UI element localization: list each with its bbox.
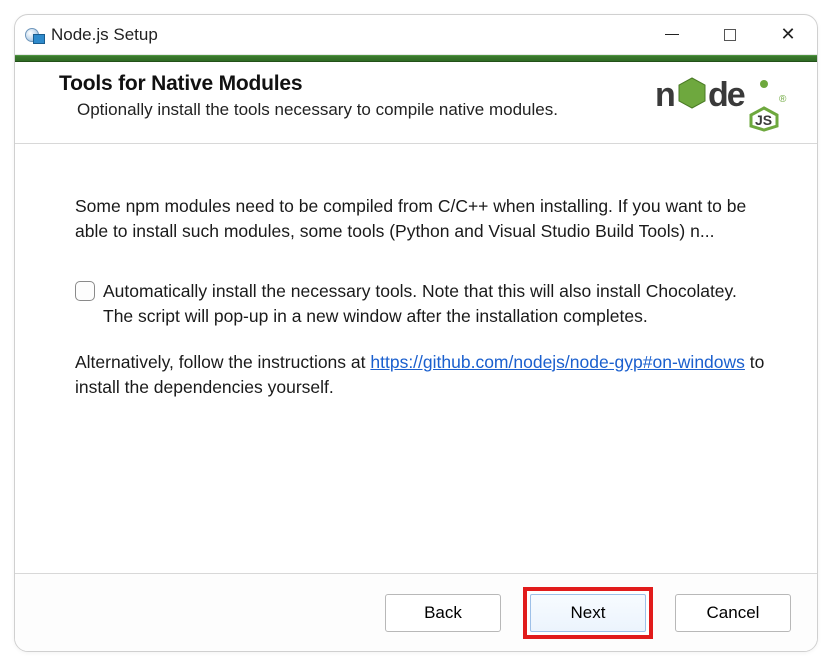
svg-text:JS: JS xyxy=(755,112,772,128)
intro-paragraph: Some npm modules need to be compiled fro… xyxy=(75,194,769,243)
next-button-highlight: Next xyxy=(523,587,653,639)
close-button[interactable]: ✕ xyxy=(759,15,817,54)
window-title: Node.js Setup xyxy=(51,25,158,45)
cancel-button[interactable]: Cancel xyxy=(675,594,791,632)
installer-window: Node.js Setup ✕ Tools for Native Modules… xyxy=(14,14,818,652)
alternative-paragraph: Alternatively, follow the instructions a… xyxy=(75,350,769,399)
titlebar: Node.js Setup ✕ xyxy=(15,15,817,55)
auto-install-label: Automatically install the necessary tool… xyxy=(103,279,769,328)
footer-section: Back Next Cancel xyxy=(15,573,817,651)
next-button[interactable]: Next xyxy=(530,594,646,632)
divider-bar xyxy=(15,55,817,62)
next-button-label: Next xyxy=(571,603,606,623)
nodejs-logo-icon: n de JS ® xyxy=(655,66,795,132)
back-button-label: Back xyxy=(424,603,462,623)
header-section: Tools for Native Modules Optionally inst… xyxy=(15,62,817,144)
body-section: Some npm modules need to be compiled fro… xyxy=(15,144,817,573)
auto-install-checkbox[interactable] xyxy=(75,281,95,301)
node-gyp-link[interactable]: https://github.com/nodejs/node-gyp#on-wi… xyxy=(370,352,745,372)
cancel-button-label: Cancel xyxy=(707,603,760,623)
window-controls: ✕ xyxy=(643,15,817,54)
back-button[interactable]: Back xyxy=(385,594,501,632)
svg-text:®: ® xyxy=(779,94,787,105)
svg-text:de: de xyxy=(708,76,745,114)
alt-text-pre: Alternatively, follow the instructions a… xyxy=(75,352,370,372)
maximize-button[interactable] xyxy=(701,15,759,54)
minimize-button[interactable] xyxy=(643,15,701,54)
svg-text:n: n xyxy=(655,76,674,114)
auto-install-checkbox-row: Automatically install the necessary tool… xyxy=(75,279,769,328)
installer-icon xyxy=(25,26,43,44)
